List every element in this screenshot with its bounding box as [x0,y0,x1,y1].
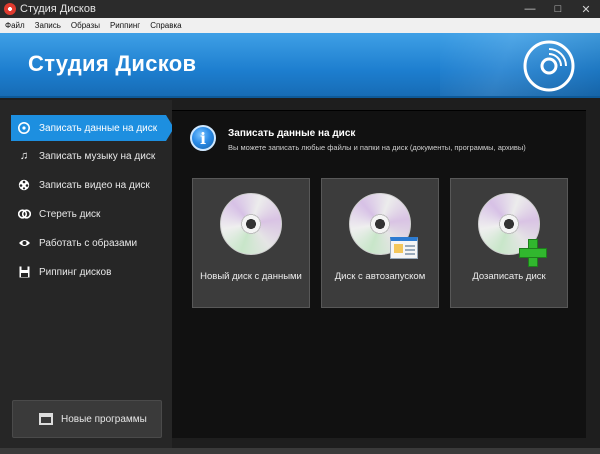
maximize-icon[interactable]: □ [544,0,572,18]
menu-item-help[interactable]: Справка [145,21,186,30]
sidebar-item-label: Риппинг дисков [39,266,112,278]
info-icon: i [190,125,216,151]
save-icon [17,265,31,279]
erase-disc-icon [17,207,31,221]
window-overlay-icon [390,237,418,259]
data-disc-icon [220,193,282,255]
banner-decoration [440,33,600,96]
sidebar-item-burn-music[interactable]: ♫ Записать музыку на диск [11,143,166,169]
disc-icon [17,121,31,135]
new-programs-label: Новые программы [61,413,147,425]
sidebar-item-burn-video[interactable]: Записать видео на диск [11,172,166,198]
header-banner: Студия Дисков [0,33,600,98]
page-title: Записать данные на диск [228,128,356,139]
page-subtitle: Вы можете записать любые файлы и папки н… [228,143,526,152]
autorun-disc-tile[interactable]: Диск с автозапуском [321,178,439,308]
film-reel-icon [17,178,31,192]
menu-item-file[interactable]: Файл [0,21,30,30]
disc-logo-icon [523,40,575,92]
banner-title: Студия Дисков [28,51,197,76]
tile-label: Дозаписать диск [472,271,546,282]
title-bar: Студия Дисков — □ ✕ [0,0,600,18]
disc-app-icon [4,3,16,15]
box-icon [39,413,53,425]
tile-label: Диск с автозапуском [334,271,426,282]
music-note-icon: ♫ [19,150,29,162]
new-programs-button[interactable]: Новые программы [12,400,162,438]
plus-icon [519,239,547,267]
sidebar-item-label: Работать с образами [39,237,138,249]
main-content: i Записать данные на диск Вы можете запи… [172,110,586,438]
sidebar-item-label: Записать данные на диск [39,122,158,134]
append-disc-tile[interactable]: Дозаписать диск [450,178,568,308]
sidebar-item-label: Записать видео на диск [39,179,150,191]
menu-item-ripping[interactable]: Риппинг [105,21,145,30]
sidebar-item-label: Стереть диск [39,208,101,220]
sidebar-item-ripping[interactable]: Риппинг дисков [11,259,166,285]
menu-bar: Файл Запись Образы Риппинг Справка [0,18,600,33]
taskbar [0,448,600,454]
sidebar-item-images[interactable]: Работать с образами [11,230,166,256]
window-title: Студия Дисков [20,3,96,15]
tile-label: Новый диск с данными [200,271,302,282]
sidebar-item-erase-disc[interactable]: Стереть диск [11,201,166,227]
menu-item-images[interactable]: Образы [66,21,105,30]
new-data-disc-tile[interactable]: Новый диск с данными [192,178,310,308]
minimize-icon[interactable]: — [516,0,544,18]
sidebar-item-label: Записать музыку на диск [39,150,156,162]
close-icon[interactable]: ✕ [572,0,600,18]
eye-icon [17,236,31,250]
menu-item-record[interactable]: Запись [30,21,66,30]
sidebar-item-burn-data[interactable]: Записать данные на диск [11,115,174,141]
